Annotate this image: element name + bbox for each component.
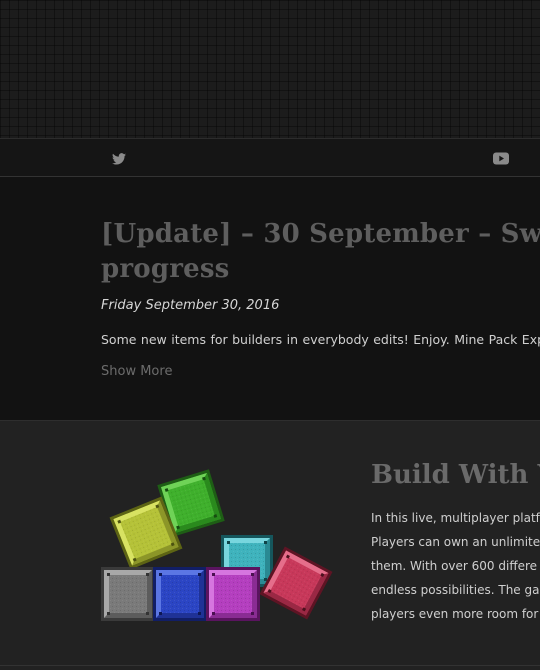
post-title-line: [Update] – 30 September – Sweet s <box>101 219 540 249</box>
post-title[interactable]: [Update] – 30 September – Sweet s progre… <box>101 217 540 287</box>
feature-text-line: players even more room for <box>371 607 539 621</box>
show-more-link[interactable]: Show More <box>101 364 172 379</box>
feature-text-line: endless possibilities. The ga <box>371 583 540 597</box>
twitter-icon[interactable] <box>112 150 126 169</box>
section-divider <box>0 665 540 666</box>
news-post: [Update] – 30 September – Sweet s progre… <box>0 177 540 421</box>
youtube-icon[interactable] <box>493 150 509 169</box>
purple-block <box>206 567 260 621</box>
gray-block <box>101 567 155 621</box>
feature-heading: Build With Y <box>371 460 540 490</box>
feature-section: Build With Y In this live, multiplayer p… <box>0 421 540 670</box>
feature-text-line: them. With over 600 differe <box>371 559 538 573</box>
post-excerpt: Some new items for builders in everybody… <box>101 332 540 347</box>
blue-block <box>153 567 207 621</box>
feature-text-line: Players can own an unlimite <box>371 535 540 549</box>
feature-text-line: In this live, multiplayer platfo <box>371 511 540 525</box>
social-bar <box>0 139 540 177</box>
blocks-illustration <box>101 469 333 621</box>
post-title-line: progress <box>101 254 230 284</box>
post-date: Friday September 30, 2016 <box>101 298 280 313</box>
header-banner <box>0 0 540 139</box>
feature-description: In this live, multiplayer platfo Players… <box>371 506 540 626</box>
